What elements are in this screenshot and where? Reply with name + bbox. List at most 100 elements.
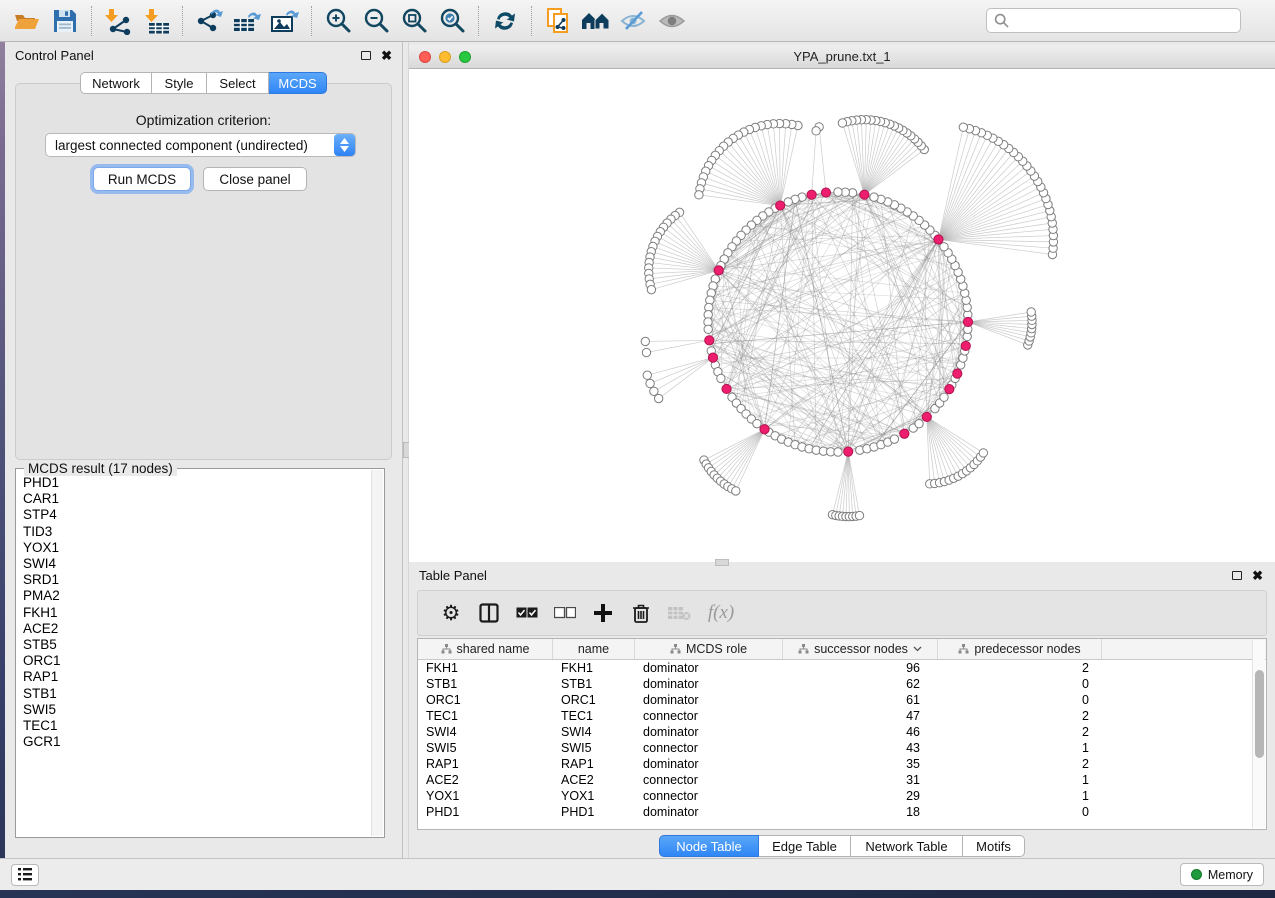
network-node-dominator[interactable] xyxy=(708,353,717,362)
table-row[interactable]: YOX1YOX1connector291 xyxy=(418,788,1266,804)
float-table-panel-icon[interactable] xyxy=(1232,571,1242,580)
network-node-dominator[interactable] xyxy=(961,341,970,350)
network-node-dominator[interactable] xyxy=(807,190,816,199)
mcds-list-item[interactable]: TEC1 xyxy=(23,718,371,734)
network-node[interactable] xyxy=(915,419,923,427)
network-node[interactable] xyxy=(959,123,967,131)
minimize-window-icon[interactable] xyxy=(439,51,451,63)
zoom-fit-button[interactable] xyxy=(395,4,433,38)
network-node-dominator[interactable] xyxy=(922,412,931,421)
mcds-list-item[interactable]: RAP1 xyxy=(23,669,371,685)
network-node[interactable] xyxy=(643,371,651,379)
network-node[interactable] xyxy=(642,348,650,356)
table-row[interactable]: STB1STB1dominator620 xyxy=(418,676,1266,692)
delete-table-button[interactable] xyxy=(660,595,698,631)
copy-network-button[interactable] xyxy=(539,4,577,38)
network-node-dominator[interactable] xyxy=(705,336,714,345)
function-builder-button[interactable]: f(x) xyxy=(698,595,744,631)
home-networks-button[interactable] xyxy=(577,4,615,38)
table-row[interactable]: TEC1TEC1connector472 xyxy=(418,708,1266,724)
refresh-layout-button[interactable] xyxy=(486,4,524,38)
table-row[interactable]: ACE2ACE2connector311 xyxy=(418,772,1266,788)
network-node-dominator[interactable] xyxy=(844,447,853,456)
zoom-out-button[interactable] xyxy=(357,4,395,38)
mcds-list-item[interactable]: SRD1 xyxy=(23,572,371,588)
network-node-dominator[interactable] xyxy=(945,385,954,394)
mcds-list-item[interactable]: GCR1 xyxy=(23,734,371,750)
network-node[interactable] xyxy=(704,325,712,333)
network-node[interactable] xyxy=(717,374,725,382)
network-node[interactable] xyxy=(855,511,863,519)
show-hidden-button[interactable] xyxy=(653,4,691,38)
mcds-list-item[interactable]: ACE2 xyxy=(23,621,371,637)
table-scrollbar[interactable] xyxy=(1252,640,1265,828)
network-node[interactable] xyxy=(834,188,842,196)
table-row[interactable]: RAP1RAP1dominator352 xyxy=(418,756,1266,772)
mcds-list-item[interactable]: PHD1 xyxy=(23,475,371,491)
column-header-MCDS-role[interactable]: MCDS role xyxy=(635,639,783,659)
column-header-name[interactable]: name xyxy=(553,639,635,659)
mcds-list-item[interactable]: STB5 xyxy=(23,637,371,653)
import-network-button[interactable] xyxy=(99,4,137,38)
tab-network[interactable]: Network xyxy=(80,72,152,94)
column-header-predecessor-nodes[interactable]: predecessor nodes xyxy=(938,639,1102,659)
export-network-button[interactable] xyxy=(190,4,228,38)
network-node[interactable] xyxy=(695,191,703,199)
close-table-panel-icon[interactable]: ✖ xyxy=(1252,569,1263,582)
network-node[interactable] xyxy=(650,387,658,395)
memory-button[interactable]: Memory xyxy=(1180,863,1264,886)
tab-node-table[interactable]: Node Table xyxy=(659,835,759,857)
table-row[interactable]: PHD1PHD1dominator180 xyxy=(418,804,1266,820)
network-node[interactable] xyxy=(812,127,820,135)
network-node-dominator[interactable] xyxy=(722,384,731,393)
add-column-button[interactable] xyxy=(584,595,622,631)
table-row[interactable]: SWI4SWI4dominator462 xyxy=(418,724,1266,740)
network-node[interactable] xyxy=(1027,308,1035,316)
close-window-icon[interactable] xyxy=(419,51,431,63)
network-node[interactable] xyxy=(784,198,792,206)
tab-edge-table[interactable]: Edge Table xyxy=(759,835,851,857)
tab-select[interactable]: Select xyxy=(207,72,269,94)
mcds-list-scrollbar[interactable] xyxy=(371,470,383,836)
network-node-dominator[interactable] xyxy=(963,317,972,326)
network-node[interactable] xyxy=(647,285,655,293)
close-panel-button[interactable]: Close panel xyxy=(203,167,307,191)
network-node[interactable] xyxy=(646,379,654,387)
network-window-titlebar[interactable]: YPA_prune.txt_1 xyxy=(409,45,1275,69)
optimization-criterion-dropdown[interactable]: largest connected component (undirected) xyxy=(45,133,356,157)
maximize-window-icon[interactable] xyxy=(459,51,471,63)
column-header-shared-name[interactable]: shared name xyxy=(418,639,553,659)
column-header-successor-nodes[interactable]: successor nodes xyxy=(783,639,938,659)
import-table-button[interactable] xyxy=(137,4,175,38)
network-node-dominator[interactable] xyxy=(714,266,723,275)
mcds-list-item[interactable]: YOX1 xyxy=(23,540,371,556)
network-node-dominator[interactable] xyxy=(860,190,869,199)
mcds-list-item[interactable]: FKH1 xyxy=(23,605,371,621)
network-node[interactable] xyxy=(979,449,987,457)
network-node-dominator[interactable] xyxy=(934,235,943,244)
mcds-list-item[interactable]: SWI4 xyxy=(23,556,371,572)
network-node[interactable] xyxy=(940,393,948,401)
vertical-splitter[interactable] xyxy=(402,42,409,858)
network-canvas[interactable] xyxy=(409,69,1275,562)
network-node-dominator[interactable] xyxy=(776,201,785,210)
tab-motifs[interactable]: Motifs xyxy=(963,835,1025,857)
network-node[interactable] xyxy=(732,487,740,495)
mcds-list-item[interactable]: ORC1 xyxy=(23,653,371,669)
tab-style[interactable]: Style xyxy=(152,72,207,94)
network-node[interactable] xyxy=(753,419,761,427)
table-settings-button[interactable]: ⚙ xyxy=(432,595,470,631)
save-session-button[interactable] xyxy=(46,4,84,38)
tab-network-table[interactable]: Network Table xyxy=(851,835,963,857)
network-node-dominator[interactable] xyxy=(900,429,909,438)
open-file-button[interactable] xyxy=(8,4,46,38)
zoom-in-button[interactable] xyxy=(319,4,357,38)
network-node[interactable] xyxy=(641,337,649,345)
network-node[interactable] xyxy=(838,119,846,127)
mcds-list-item[interactable]: SWI5 xyxy=(23,702,371,718)
network-node[interactable] xyxy=(654,394,662,402)
mcds-list-item[interactable]: CAR1 xyxy=(23,491,371,507)
network-node[interactable] xyxy=(834,448,842,456)
float-panel-icon[interactable] xyxy=(361,51,371,60)
table-scrollbar-thumb[interactable] xyxy=(1255,670,1264,758)
